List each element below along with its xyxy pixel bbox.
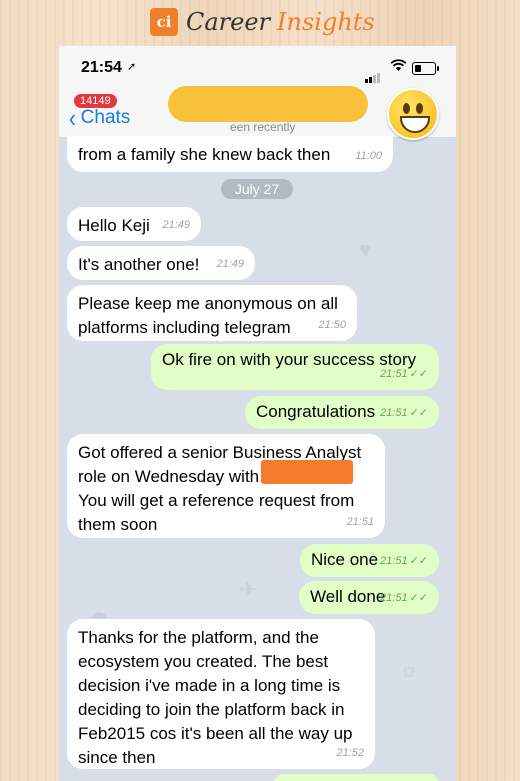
last-seen-status: een recently — [230, 120, 296, 134]
wifi-icon — [390, 59, 407, 71]
message-time: 21:52 — [336, 747, 364, 759]
unread-count-badge: 14149 — [74, 94, 117, 108]
brand-banner: ci Career Insights — [150, 4, 375, 40]
message-bubble[interactable] — [274, 774, 439, 781]
date-separator: July 27 — [221, 179, 293, 199]
doodle-icon: ♥ — [359, 237, 373, 262]
double-check-icon: ✓✓ — [409, 368, 428, 380]
message-bubble[interactable]: Got offered a senior Business Analyst ro… — [67, 434, 385, 538]
message-time: 21:49 — [162, 219, 190, 231]
message-bubble[interactable]: Please keep me anonymous on all platform… — [67, 285, 357, 341]
company-name-redacted — [261, 460, 353, 484]
doodle-icon: ✈ — [239, 577, 258, 602]
message-time: 21:51 — [346, 516, 374, 528]
back-to-chats-button[interactable]: ‹ Chats — [68, 103, 131, 133]
message-bubble[interactable]: It's another one! 21:49 — [67, 246, 255, 280]
message-bubble[interactable]: Hello Keji 21:49 — [67, 207, 201, 241]
chat-header: ‹ Chats 14149 een recently — [59, 86, 456, 140]
status-bar: 21:54 ➚ — [59, 46, 456, 90]
message-time: 21:50 — [318, 319, 346, 331]
message-time: 11:00 — [355, 150, 382, 162]
battery-icon — [412, 62, 439, 75]
contact-name-redacted[interactable] — [168, 86, 368, 122]
message-time: 21:51 ✓✓ — [380, 555, 428, 567]
location-arrow-icon: ➚ — [127, 61, 137, 73]
career-insights-logo: ci — [150, 8, 178, 36]
double-check-icon: ✓✓ — [409, 555, 428, 567]
back-label: Chats — [80, 107, 131, 128]
chevron-left-icon: ‹ — [68, 103, 76, 133]
message-time: 21:49 — [216, 258, 244, 270]
message-bubble[interactable]: Congratulations 21:51 ✓✓ — [245, 396, 439, 429]
message-time: 21:51 ✓✓ — [380, 592, 428, 604]
message-bubble[interactable]: Ok fire on with your success story 21:51… — [151, 344, 439, 390]
double-check-icon: ✓✓ — [409, 592, 428, 604]
status-time: 21:54 — [81, 59, 122, 76]
message-bubble[interactable]: Thanks for the platform, and the ecosyst… — [67, 619, 375, 769]
double-check-icon: ✓✓ — [409, 407, 428, 419]
phone-screen: ☺ ♥ ✿ ☂ ✈ ☼ 21:54 ➚ ‹ Chats 14149 een re… — [59, 46, 456, 781]
cellular-signal-icon — [365, 65, 381, 83]
message-time: 21:51 ✓✓ — [380, 407, 428, 419]
message-bubble[interactable]: Well done 21:51 ✓✓ — [299, 581, 439, 614]
doodle-icon: ☼ — [399, 657, 420, 682]
contact-avatar[interactable] — [387, 88, 439, 140]
message-bubble[interactable]: Nice one 21:51 ✓✓ — [300, 544, 439, 577]
message-time: 21:51 ✓✓ — [380, 368, 428, 380]
brand-name: Career Insights — [186, 8, 375, 36]
message-bubble[interactable]: from a family she knew back then 11:00 — [67, 136, 393, 172]
